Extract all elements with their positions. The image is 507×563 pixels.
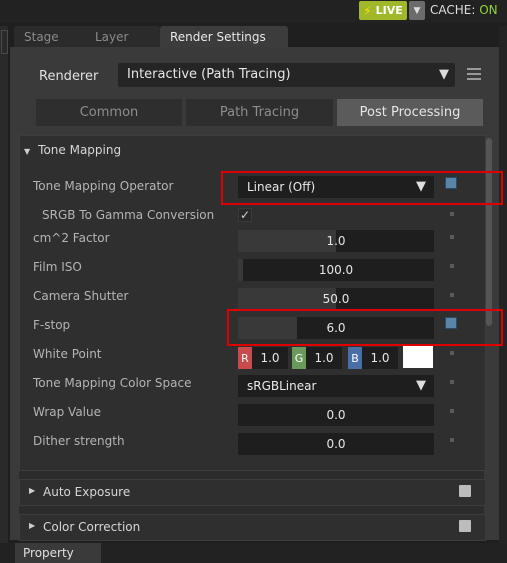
fstop-value: 6.0	[326, 321, 346, 335]
tab-layer-label: Layer	[95, 29, 129, 44]
collapse-triangle-icon: ▼	[24, 147, 31, 156]
red-channel-label: R	[238, 347, 252, 369]
fstop-label: F-stop	[33, 318, 71, 332]
color-space-value: sRGBLinear	[247, 379, 317, 393]
auto-exposure-section[interactable]: ▶ Auto Exposure	[19, 479, 486, 506]
color-correction-toggle[interactable]	[459, 520, 471, 532]
default-indicator[interactable]	[450, 264, 454, 268]
color-correction-section[interactable]: ▶ Color Correction	[19, 514, 486, 541]
cache-state: ON	[479, 3, 498, 17]
tone-mapping-header[interactable]: ▼ Tone Mapping	[24, 143, 121, 157]
srgb-gamma-label: SRGB To Gamma Conversion	[42, 208, 215, 222]
film-iso-label: Film ISO	[33, 260, 82, 274]
subtab-path-tracing-label: Path Tracing	[219, 105, 300, 120]
wrap-value-value: 0.0	[326, 408, 346, 422]
green-channel-label: G	[292, 347, 306, 369]
cache-label: CACHE:	[430, 3, 476, 17]
chevron-down-icon: ▼	[413, 5, 421, 16]
white-point-green-field[interactable]: 1.0	[306, 347, 342, 369]
tone-mapping-title: Tone Mapping	[38, 143, 122, 157]
fstop-slider[interactable]: 6.0	[238, 317, 434, 339]
default-indicator[interactable]	[450, 293, 454, 297]
srgb-gamma-checkbox[interactable]: ✓	[238, 208, 252, 222]
live-label: LIVE	[375, 4, 403, 17]
chevron-down-icon: ▼	[416, 378, 426, 393]
expand-triangle-icon: ▶	[29, 521, 36, 530]
default-indicator[interactable]	[450, 212, 454, 216]
cm2-factor-value: 1.0	[326, 234, 346, 248]
blue-channel-label: B	[348, 347, 362, 369]
wrap-value-label: Wrap Value	[33, 405, 101, 419]
white-point-red-field[interactable]: 1.0	[252, 347, 288, 369]
right-panel-edge	[499, 26, 507, 546]
tone-mapping-operator-dropdown[interactable]: Linear (Off) ▼	[238, 176, 434, 198]
color-correction-label: Color Correction	[43, 520, 141, 534]
renderer-label: Renderer	[39, 69, 99, 84]
tab-render-settings-label: Render Settings	[170, 29, 266, 44]
default-indicator[interactable]	[450, 380, 454, 384]
film-iso-slider[interactable]: 100.0	[238, 259, 434, 281]
subtab-common[interactable]: Common	[36, 99, 182, 126]
live-dropdown-button[interactable]: ▼	[409, 1, 425, 20]
default-indicator[interactable]	[450, 438, 454, 442]
camera-shutter-value: 50.0	[322, 292, 350, 306]
auto-exposure-toggle[interactable]	[459, 485, 471, 497]
chevron-down-icon: ▼	[439, 67, 449, 82]
bolt-icon: ⚡	[363, 3, 372, 18]
tone-mapping-operator-value: Linear (Off)	[247, 180, 316, 194]
scrollbar[interactable]	[486, 138, 492, 326]
cache-status: CACHE: ON	[430, 3, 498, 17]
cm2-factor-label: cm^2 Factor	[33, 231, 110, 245]
camera-shutter-label: Camera Shutter	[33, 289, 129, 303]
white-point-color-swatch[interactable]	[403, 346, 433, 368]
expand-triangle-icon: ▶	[29, 486, 36, 495]
default-indicator[interactable]	[450, 351, 454, 355]
tab-property-label: Property	[23, 546, 74, 560]
cm2-factor-slider[interactable]: 1.0	[238, 230, 434, 252]
wrap-value-field[interactable]: 0.0	[238, 404, 434, 426]
checkmark-icon: ✓	[239, 208, 251, 222]
tone-mapping-operator-label: Tone Mapping Operator	[33, 179, 174, 193]
subtab-post-processing[interactable]: Post Processing	[337, 99, 483, 126]
chevron-down-icon: ▼	[416, 179, 426, 194]
modified-indicator[interactable]	[445, 317, 457, 329]
auto-exposure-label: Auto Exposure	[43, 485, 131, 499]
tab-stage[interactable]: Stage	[14, 26, 92, 47]
default-indicator[interactable]	[450, 235, 454, 239]
tab-stage-label: Stage	[24, 29, 59, 44]
dither-strength-value: 0.0	[326, 437, 346, 451]
white-point-blue-field[interactable]: 1.0	[362, 347, 398, 369]
dither-strength-field[interactable]: 0.0	[238, 433, 434, 455]
menu-icon[interactable]	[467, 68, 481, 81]
subtab-common-label: Common	[79, 105, 139, 120]
subtab-path-tracing[interactable]: Path Tracing	[186, 99, 333, 126]
color-space-dropdown[interactable]: sRGBLinear ▼	[238, 375, 434, 397]
tab-property[interactable]: Property	[15, 543, 101, 563]
modified-indicator[interactable]	[445, 177, 457, 189]
left-panel-frame	[1, 30, 8, 54]
dither-strength-label: Dither strength	[33, 434, 125, 448]
renderer-value: Interactive (Path Tracing)	[127, 67, 291, 82]
subtab-post-processing-label: Post Processing	[359, 105, 461, 120]
renderer-dropdown[interactable]: Interactive (Path Tracing) ▼	[118, 63, 455, 87]
white-point-label: White Point	[33, 347, 102, 361]
default-indicator[interactable]	[450, 409, 454, 413]
camera-shutter-slider[interactable]: 50.0	[238, 288, 434, 310]
live-button[interactable]: ⚡ LIVE	[359, 1, 407, 20]
tab-render-settings[interactable]: Render Settings	[160, 26, 288, 47]
film-iso-value: 100.0	[318, 263, 354, 277]
tab-layer[interactable]: Layer	[85, 26, 160, 47]
left-panel-edge	[0, 26, 8, 546]
color-space-label: Tone Mapping Color Space	[33, 376, 192, 390]
